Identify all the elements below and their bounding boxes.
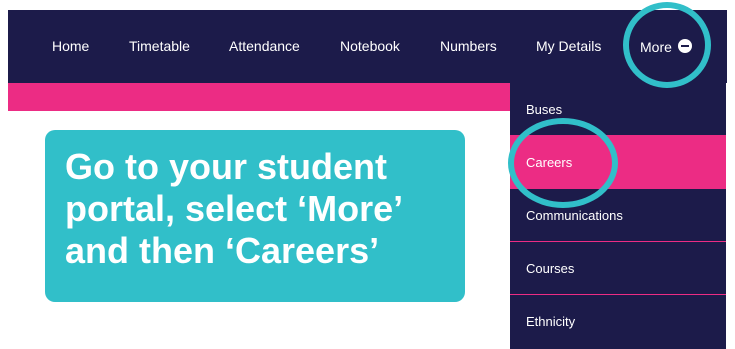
nav-item-more[interactable]: More bbox=[640, 10, 692, 83]
nav-item-home[interactable]: Home bbox=[52, 10, 89, 83]
nav-item-timetable[interactable]: Timetable bbox=[129, 10, 190, 83]
dropdown-item-courses[interactable]: Courses bbox=[510, 242, 726, 295]
nav-item-notebook[interactable]: Notebook bbox=[340, 10, 400, 83]
more-label: More bbox=[640, 38, 672, 55]
nav-item-numbers[interactable]: Numbers bbox=[440, 10, 497, 83]
minus-circle-icon bbox=[677, 39, 692, 54]
pink-accent-band bbox=[8, 83, 510, 111]
top-navigation-bar: Home Timetable Attendance Notebook Numbe… bbox=[8, 10, 727, 83]
callout-line: portal, select ‘More’ bbox=[65, 188, 404, 229]
nav-item-attendance[interactable]: Attendance bbox=[229, 10, 300, 83]
instruction-callout: Go to your student portal, select ‘More’… bbox=[45, 130, 465, 302]
dropdown-item-communications[interactable]: Communications bbox=[510, 189, 726, 242]
dropdown-item-careers[interactable]: Careers bbox=[510, 136, 726, 189]
more-dropdown-menu: Buses Careers Communications Courses Eth… bbox=[510, 83, 726, 349]
callout-line: Go to your student bbox=[65, 146, 387, 187]
dropdown-item-buses[interactable]: Buses bbox=[510, 83, 726, 136]
dropdown-item-ethnicity[interactable]: Ethnicity bbox=[510, 295, 726, 349]
callout-line: and then ‘Careers’ bbox=[65, 230, 380, 271]
nav-item-my-details[interactable]: My Details bbox=[536, 10, 601, 83]
